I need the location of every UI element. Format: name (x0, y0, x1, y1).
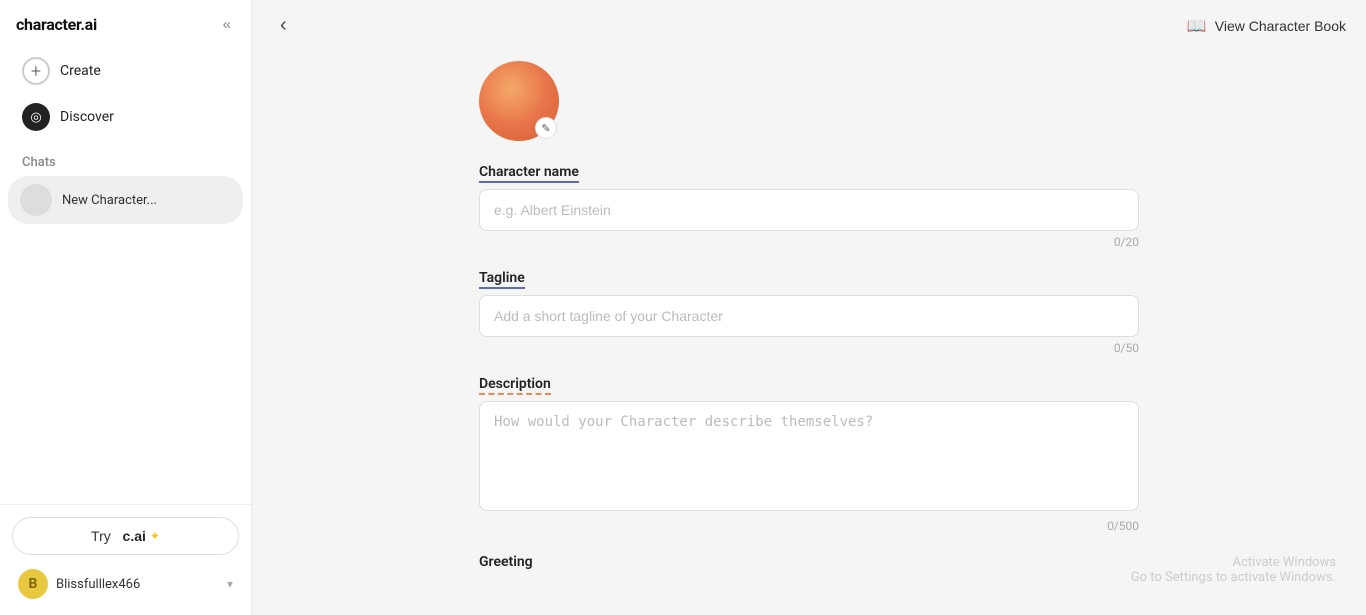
collapse-button[interactable]: « (219, 14, 235, 35)
try-cai-label: c.ai (123, 528, 146, 544)
compass-icon: ◎ (22, 103, 50, 131)
avatar-wrapper[interactable]: ✎ (479, 61, 559, 141)
user-avatar: B (18, 569, 48, 599)
tagline-count: 0/50 (479, 341, 1139, 355)
book-icon: 📖 (1187, 16, 1207, 36)
description-label: Description (479, 376, 551, 395)
app-logo: character.ai (16, 15, 97, 34)
character-name-field: Character name 0/20 (479, 161, 1139, 249)
tagline-label: Tagline (479, 270, 525, 289)
description-input[interactable] (479, 401, 1139, 511)
chevron-down-icon: ▾ (227, 577, 233, 591)
chat-avatar (20, 184, 52, 216)
sidebar-item-discover-label: Discover (60, 109, 114, 125)
star-icon: ✦ (150, 529, 160, 543)
view-character-book-button[interactable]: 📖 View Character Book (1187, 16, 1346, 36)
sidebar: character.ai « + Create ◎ Discover Chats… (0, 0, 252, 615)
view-book-label: View Character Book (1215, 18, 1346, 34)
top-bar: ‹ 📖 View Character Book (252, 0, 1366, 51)
chat-list-item[interactable]: New Character... (8, 176, 243, 224)
greeting-label: Greeting (479, 554, 533, 571)
form-container: ✎ Character name 0/20 Tagline 0/50 Descr… (459, 51, 1159, 615)
plus-icon: + (22, 57, 50, 85)
character-name-label: Character name (479, 164, 579, 183)
user-info: B Blissfulllex466 (18, 569, 140, 599)
sidebar-item-create[interactable]: + Create (12, 49, 239, 93)
description-count: 0/500 (479, 519, 1139, 533)
character-name-input[interactable] (479, 189, 1139, 231)
chat-item-name: New Character... (62, 193, 157, 208)
chats-section-label: Chats (0, 145, 251, 176)
avatar-edit-badge[interactable]: ✎ (535, 117, 557, 139)
user-row[interactable]: B Blissfulllex466 ▾ (12, 565, 239, 603)
sidebar-item-discover[interactable]: ◎ Discover (12, 95, 239, 139)
pencil-icon: ✎ (541, 122, 550, 135)
try-c-ai-button[interactable]: Try c.ai✦ (12, 517, 239, 555)
description-field: Description 0/500 (479, 373, 1139, 533)
tagline-field: Tagline 0/50 (479, 267, 1139, 355)
character-name-count: 0/20 (479, 235, 1139, 249)
greeting-field: Greeting (479, 551, 1139, 577)
username-label: Blissfulllex466 (56, 577, 140, 592)
sidebar-header: character.ai « (0, 0, 251, 45)
sidebar-item-create-label: Create (60, 63, 101, 79)
tagline-input[interactable] (479, 295, 1139, 337)
back-button[interactable]: ‹ (272, 10, 295, 41)
main-content: ‹ 📖 View Character Book ✎ Character name… (252, 0, 1366, 615)
sidebar-footer: Try c.ai✦ B Blissfulllex466 ▾ (0, 504, 251, 615)
sidebar-nav: + Create ◎ Discover (0, 45, 251, 145)
